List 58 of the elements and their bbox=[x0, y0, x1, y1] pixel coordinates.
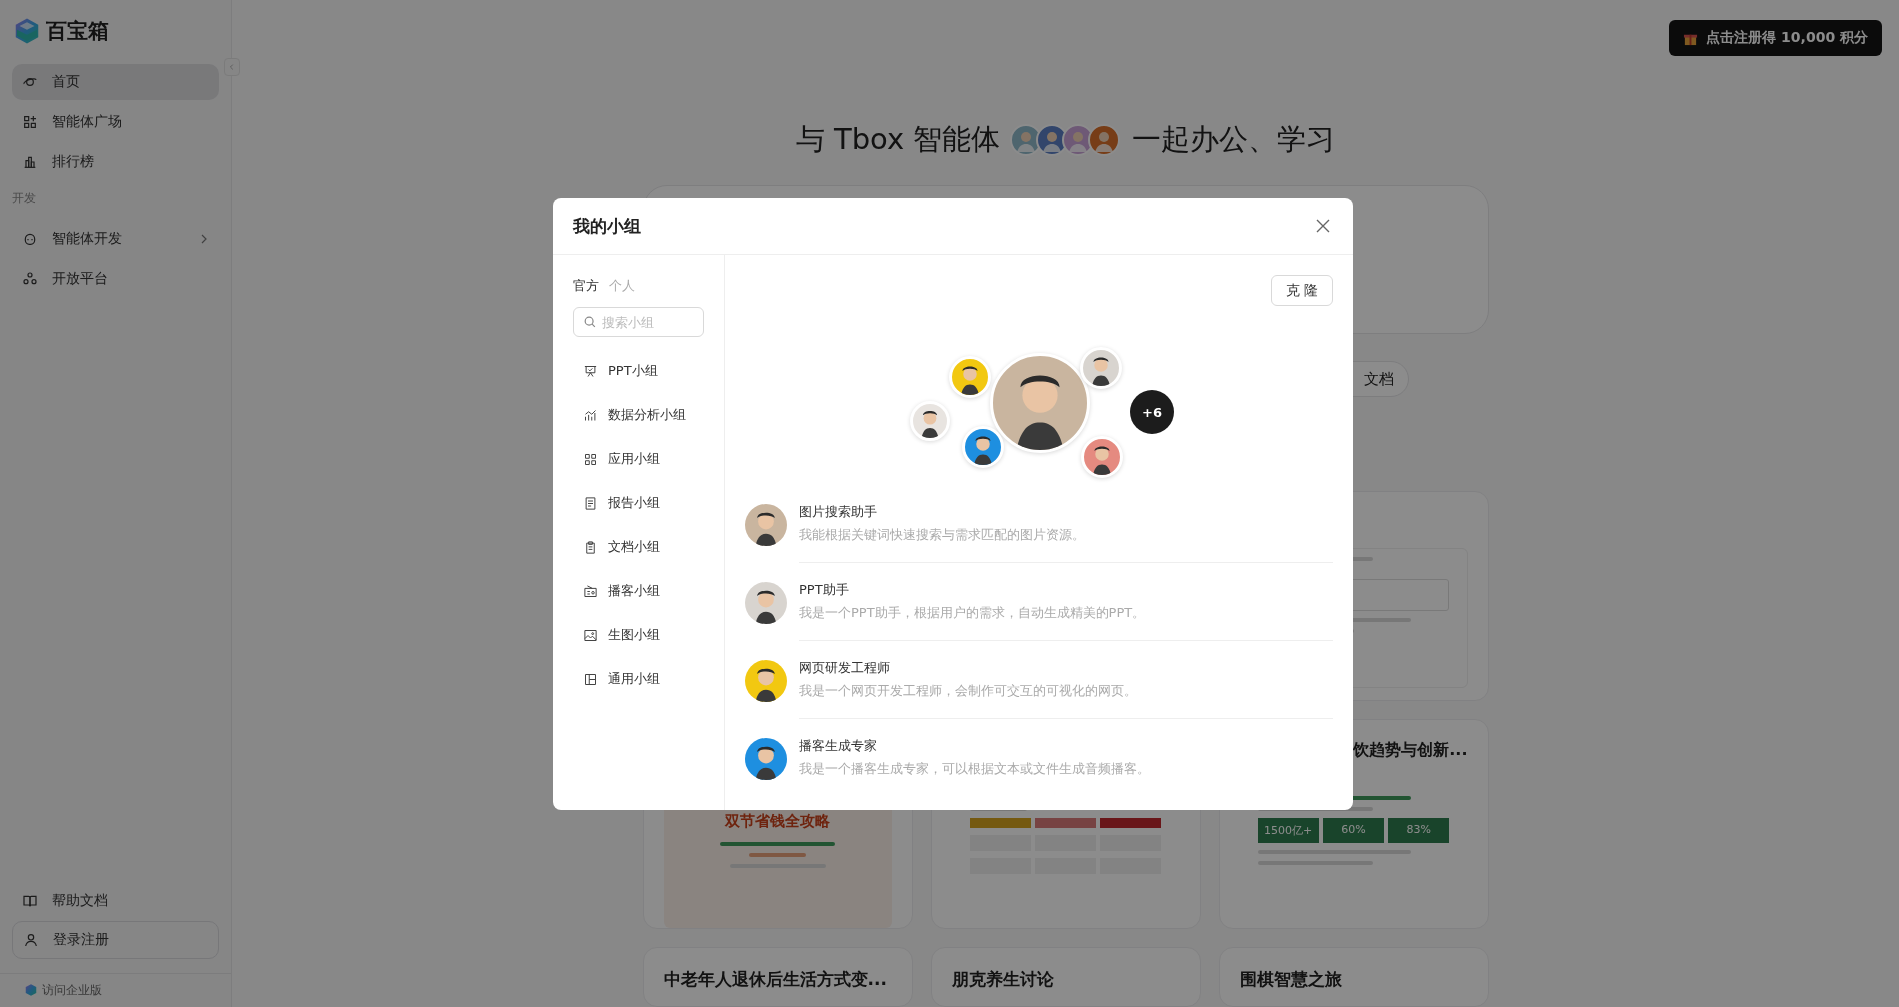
group-item[interactable]: 应用小组 bbox=[573, 437, 704, 481]
group-item[interactable]: 播客小组 bbox=[573, 569, 704, 613]
group-item[interactable]: 通用小组 bbox=[573, 657, 704, 701]
group-item[interactable]: 报告小组 bbox=[573, 481, 704, 525]
logo-text: 百宝箱 bbox=[46, 18, 109, 45]
stat-value: 1500亿+ bbox=[1257, 818, 1319, 843]
presentation-icon bbox=[583, 363, 598, 379]
dialog-title: 我的小组 bbox=[573, 214, 641, 238]
more-count: +6 bbox=[1130, 390, 1174, 434]
radio-icon bbox=[583, 583, 598, 599]
headline-text: 一起办公、学习 bbox=[1132, 121, 1336, 158]
chevron-icon bbox=[199, 234, 209, 244]
card-title: 围棋智慧之旅 bbox=[1239, 968, 1343, 991]
stat-value: 60% bbox=[1322, 818, 1385, 843]
enterprise-link[interactable]: 访问企业版 bbox=[24, 981, 102, 999]
card-title: 饮趋势与创新... bbox=[1352, 739, 1468, 761]
clone-button[interactable]: 克 隆 bbox=[1270, 275, 1333, 306]
agent-name[interactable]: 网页研发工程师 bbox=[799, 659, 1333, 677]
search-icon bbox=[583, 315, 597, 329]
robot-icon bbox=[22, 231, 38, 247]
nav-item[interactable]: 智能体广场 bbox=[12, 104, 219, 140]
image-icon bbox=[583, 627, 598, 643]
layout-icon bbox=[583, 671, 598, 687]
search-field[interactable]: 搜索小组 bbox=[573, 307, 704, 337]
circles-icon bbox=[22, 271, 38, 287]
thumbnail-heading: 双节省钱全攻略 bbox=[725, 812, 830, 831]
clipboard-icon bbox=[583, 539, 598, 555]
chevron-left-icon bbox=[228, 63, 236, 71]
nav-item[interactable]: 首页 bbox=[12, 64, 219, 100]
bar-chart-icon bbox=[22, 154, 38, 170]
tab[interactable]: 官方 bbox=[573, 277, 599, 295]
nav-item[interactable]: 排行榜 bbox=[12, 144, 219, 180]
grid-icon bbox=[22, 114, 38, 130]
stat-value: 83% bbox=[1388, 818, 1450, 843]
agent-name[interactable]: 图片搜索助手 bbox=[799, 503, 1333, 521]
card-title: 中老年人退休后生活方式变... bbox=[663, 968, 888, 991]
help-link[interactable]: 帮助文档 bbox=[12, 882, 219, 919]
nav-item[interactable]: 智能体开发 bbox=[12, 221, 219, 257]
grid-icon bbox=[583, 451, 598, 467]
group-item[interactable]: 数据分析小组 bbox=[573, 393, 704, 437]
card[interactable]: 围棋智慧之旅 bbox=[1218, 947, 1489, 1007]
logo-icon bbox=[24, 983, 38, 997]
agent-name[interactable]: PPT助手 bbox=[799, 581, 1333, 599]
card[interactable]: 中老年人退休后生活方式变... bbox=[642, 947, 913, 1007]
login-button[interactable]: 登录注册 bbox=[12, 920, 219, 959]
nav-item[interactable]: 开放平台 bbox=[12, 261, 219, 297]
headline-text: 与 Tbox 智能体 bbox=[795, 121, 1001, 158]
user-icon bbox=[23, 931, 39, 948]
document-icon bbox=[583, 495, 598, 511]
section-label: 开发 bbox=[12, 190, 37, 207]
group-item[interactable]: 生图小组 bbox=[573, 613, 704, 657]
agent-description: 我能根据关键词快速搜索与需求匹配的图片资源。 bbox=[799, 526, 1086, 544]
group-item[interactable]: 文档小组 bbox=[573, 525, 704, 569]
chart-icon bbox=[583, 407, 598, 423]
card-title: 朋克养生讨论 bbox=[951, 968, 1055, 991]
promo-button[interactable]: 点击注册得 10,000 积分 bbox=[1669, 20, 1882, 56]
group-item[interactable]: PPT小组 bbox=[573, 349, 704, 393]
card[interactable]: 朋克养生讨论 bbox=[930, 947, 1201, 1007]
